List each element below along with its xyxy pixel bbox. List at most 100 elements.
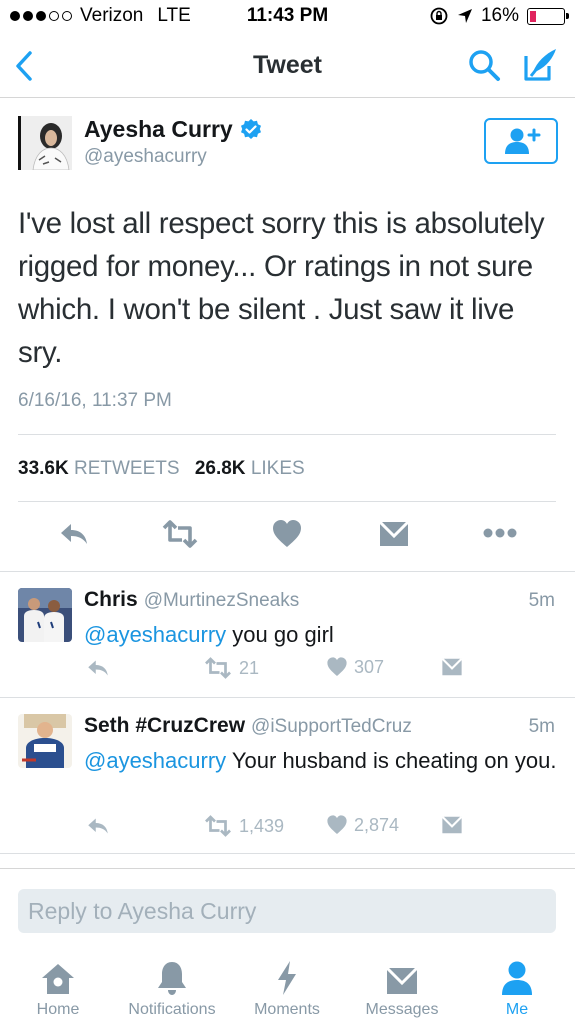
retweet-icon (205, 815, 231, 837)
like-button[interactable]: 307 (326, 656, 384, 678)
reply-avatar[interactable] (18, 588, 72, 642)
reply-author[interactable]: Chris @MurtinezSneaks (84, 588, 299, 612)
lightning-icon (278, 961, 296, 995)
mention-link[interactable]: @ayeshacurry (84, 622, 226, 647)
direct-message-button[interactable] (441, 814, 463, 836)
author-avatar-image (21, 116, 72, 170)
reply-avatar-image (18, 588, 72, 642)
likes-stat[interactable]: 26.8K LIKES (195, 458, 305, 479)
reply-actions: 21 307 (0, 656, 575, 682)
tab-label: Moments (254, 1001, 320, 1018)
tab-notifications[interactable]: Notifications (112, 960, 232, 1019)
reply-text: @ayeshacurry you go girl (84, 620, 564, 650)
divider (18, 434, 556, 435)
search-icon (469, 50, 500, 81)
person-icon (502, 961, 532, 995)
like-button[interactable] (271, 518, 303, 555)
reply-time: 5m (528, 716, 555, 737)
follow-button[interactable] (484, 118, 558, 164)
reply-avatar[interactable] (18, 714, 72, 768)
retweets-label: RETWEETS (73, 458, 180, 479)
tab-home[interactable]: Home (0, 960, 118, 1019)
tab-me[interactable]: Me (457, 960, 575, 1019)
heart-icon (327, 657, 347, 676)
tab-label: Home (36, 1001, 80, 1018)
reply-input[interactable] (18, 889, 556, 933)
reply-tweet[interactable]: Chris @MurtinezSneaks 5m @ayeshacurry you… (0, 588, 575, 696)
author-avatar[interactable] (18, 116, 72, 170)
retweet-count: 1,439 (239, 815, 285, 836)
reply-button[interactable] (58, 518, 90, 555)
tweet-text: I've lost all respect sorry this is abso… (18, 207, 545, 369)
divider (0, 853, 575, 854)
tweet-header: Ayesha Curry @ayeshacurry (18, 116, 558, 172)
reply-tweet[interactable]: Seth #CruzCrew @iSupportTedCruz 5m @ayesh… (0, 714, 575, 854)
retweet-icon (162, 520, 198, 548)
tweet-actions (0, 518, 575, 556)
like-button[interactable]: 2,874 (326, 814, 399, 836)
heart-icon (273, 520, 301, 547)
like-count: 307 (354, 656, 385, 677)
compose-button[interactable] (523, 46, 559, 87)
reply-author-handle: @MurtinezSneaks (143, 590, 300, 611)
retweet-count: 21 (239, 657, 260, 678)
reply-body: you go girl (226, 622, 334, 647)
tweet-timestamp: 6/16/16, 11:37 PM (18, 390, 172, 411)
direct-message-button[interactable] (378, 518, 410, 555)
envelope-icon (378, 520, 410, 546)
retweet-button[interactable]: 1,439 (203, 814, 284, 838)
author-handle[interactable]: @ayeshacurry (84, 146, 207, 168)
reply-author-name: Chris (84, 588, 138, 611)
location-arrow-icon (457, 9, 472, 23)
reply-author-handle: @iSupportTedCruz (251, 716, 412, 737)
reply-author-name: Seth #CruzCrew (84, 714, 246, 737)
envelope-icon (441, 816, 463, 834)
likes-label: LIKES (250, 458, 305, 479)
bell-icon (158, 962, 186, 995)
tab-label: Me (505, 1001, 529, 1018)
direct-message-button[interactable] (441, 656, 463, 678)
retweet-button[interactable] (160, 518, 200, 555)
tab-bar: Home Notifications Moments Messages Me (0, 952, 575, 1024)
home-icon (42, 964, 74, 994)
battery-icon (527, 7, 569, 25)
tab-label: Notifications (128, 1001, 216, 1018)
rotation-lock-icon (430, 7, 448, 25)
more-button[interactable] (482, 526, 518, 545)
author-name-row: Ayesha Curry (84, 116, 263, 143)
tweet-stats: 33.6K RETWEETS 26.8K LIKES (18, 458, 305, 480)
heart-icon (327, 815, 347, 834)
envelope-icon (441, 658, 463, 676)
divider (0, 868, 575, 869)
nav-bar: Tweet (0, 34, 575, 98)
status-bar: Verizon LTE 11:43 PM 16% (0, 0, 575, 34)
reply-author[interactable]: Seth #CruzCrew @iSupportTedCruz (84, 714, 412, 738)
reply-icon (61, 524, 87, 544)
mention-link[interactable]: @ayeshacurry (84, 748, 226, 773)
more-dots-icon (483, 528, 517, 538)
retweets-stat[interactable]: 33.6K RETWEETS (18, 458, 180, 479)
battery-percent: 16% (480, 5, 519, 26)
retweets-count: 33.6K (18, 458, 69, 479)
reply-avatar-image (18, 714, 72, 768)
status-right: 16% (429, 5, 569, 27)
tab-moments[interactable]: Moments (227, 960, 347, 1019)
like-count: 2,874 (354, 814, 400, 835)
reply-icon (88, 660, 108, 676)
search-button[interactable] (467, 48, 501, 87)
retweet-button[interactable]: 21 (203, 656, 259, 680)
likes-count: 26.8K (194, 458, 246, 479)
tab-label: Messages (365, 1001, 439, 1018)
divider (0, 697, 575, 698)
envelope-icon (385, 966, 419, 994)
tab-messages[interactable]: Messages (342, 960, 462, 1019)
reply-button[interactable] (86, 814, 110, 838)
divider (0, 571, 575, 572)
retweet-icon (205, 657, 231, 679)
reply-button[interactable] (86, 656, 110, 680)
reply-body: Your husband is cheating on you. (226, 748, 557, 773)
divider (18, 501, 556, 502)
reply-time: 5m (528, 590, 555, 611)
author-name[interactable]: Ayesha Curry (84, 116, 233, 143)
add-user-icon (505, 128, 541, 154)
